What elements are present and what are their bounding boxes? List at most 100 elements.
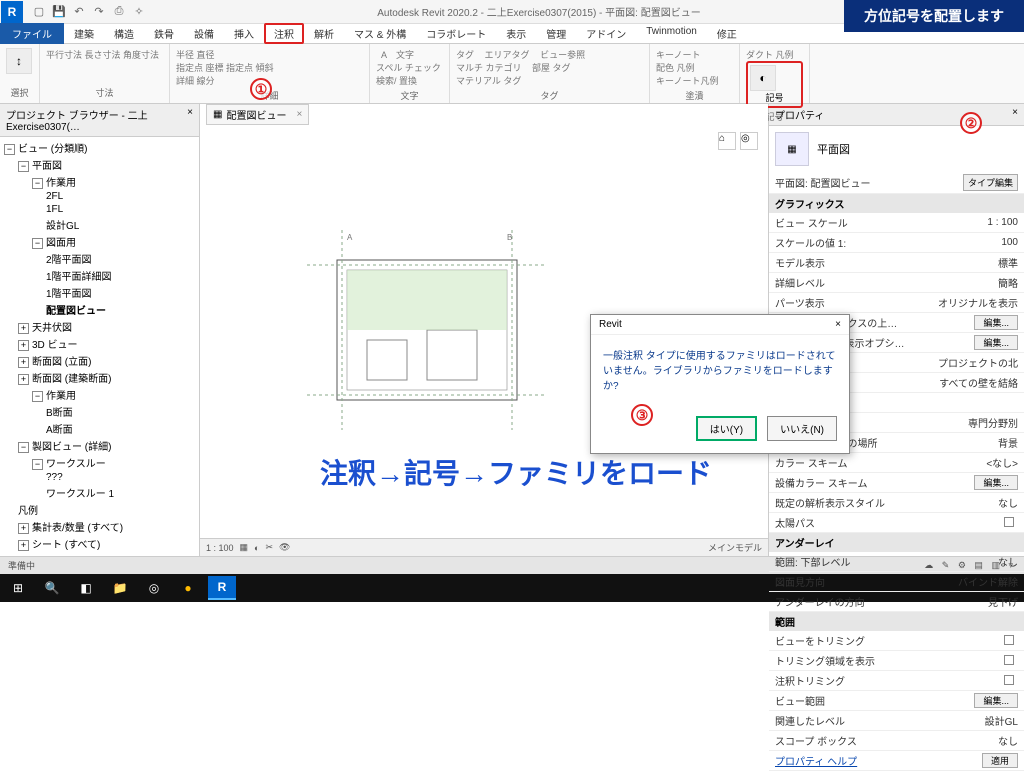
tree-item[interactable]: 1階平面図: [4, 284, 195, 301]
status-icon[interactable]: ▥: [991, 560, 1000, 570]
tag-buttons3[interactable]: マテリアル タグ: [456, 74, 643, 87]
prop-value[interactable]: 簡略: [998, 275, 1018, 290]
type-selector[interactable]: 平面図: 配置図ビュー: [775, 175, 871, 190]
modify-button[interactable]: ↕: [6, 48, 32, 74]
search-icon[interactable]: 🔍: [38, 576, 66, 600]
tree-root[interactable]: ビュー (分類順): [18, 144, 87, 155]
save-icon[interactable]: 💾: [52, 5, 66, 19]
prop-value[interactable]: 見下げ: [988, 594, 1018, 609]
tree-item[interactable]: −作業用: [4, 173, 195, 190]
tab-注釈[interactable]: 注釈: [264, 23, 304, 44]
prop-row[interactable]: カラー スキーム<なし>: [769, 453, 1024, 473]
undo-icon[interactable]: ↶: [72, 5, 86, 19]
home-icon[interactable]: ⌂: [718, 132, 736, 150]
prop-value[interactable]: 編集...: [974, 475, 1018, 490]
viewbar-icon[interactable]: ✂: [265, 542, 273, 553]
tree-item[interactable]: +断面図 (立面): [4, 352, 195, 369]
tree-item[interactable]: −ワークスルー: [4, 454, 195, 471]
tree-toggle[interactable]: −: [18, 161, 29, 172]
edit-button[interactable]: 編集...: [974, 693, 1018, 708]
detail-misc[interactable]: 詳細 線分: [176, 74, 215, 87]
task-view-icon[interactable]: ◧: [72, 576, 100, 600]
viewbar-icon[interactable]: 👁: [279, 542, 290, 553]
tab-管理[interactable]: 管理: [536, 23, 576, 44]
keynote-btn[interactable]: キーノート: [656, 48, 733, 61]
tree-item[interactable]: 2FL: [4, 190, 195, 203]
tree-toggle[interactable]: +: [18, 340, 29, 351]
prop-value[interactable]: すべての壁を結絡: [939, 375, 1018, 390]
viewbar-icon[interactable]: ◐: [254, 543, 259, 553]
tree-item[interactable]: ???: [4, 471, 195, 484]
tab-アドイン[interactable]: アドイン: [576, 23, 636, 44]
prop-value[interactable]: 専門分野別: [968, 415, 1018, 430]
tree-item[interactable]: 2階平面図: [4, 250, 195, 267]
view-tab-close[interactable]: ×: [296, 109, 302, 120]
tree-toggle[interactable]: +: [18, 523, 29, 534]
tree-item[interactable]: +3D ビュー: [4, 335, 195, 352]
props-close-icon[interactable]: ×: [1012, 107, 1018, 122]
detail-row0[interactable]: 半径 直径: [176, 48, 215, 61]
prop-row[interactable]: 設備カラー スキーム編集...: [769, 473, 1024, 493]
props-family[interactable]: 平面図: [817, 141, 850, 157]
tab-コラボレート[interactable]: コラボレート: [416, 23, 496, 44]
tree-item[interactable]: +天井伏図: [4, 318, 195, 335]
spell-btn[interactable]: スペル チェック: [376, 61, 441, 74]
prop-row[interactable]: 注釈トリミング: [769, 671, 1024, 691]
tree-item[interactable]: B断面: [4, 403, 195, 420]
prop-row[interactable]: 図面見方向バインド解除: [769, 572, 1024, 592]
prop-row[interactable]: モデル表示標準: [769, 253, 1024, 273]
edit-button[interactable]: 編集...: [974, 315, 1018, 330]
prop-row[interactable]: 太陽パス: [769, 513, 1024, 533]
checkbox[interactable]: [1004, 635, 1014, 645]
prop-row[interactable]: ビュー範囲編集...: [769, 691, 1024, 711]
prop-row[interactable]: スコープ ボックスなし: [769, 731, 1024, 751]
prop-value[interactable]: 1 : 100: [987, 217, 1018, 228]
tree-toggle[interactable]: −: [4, 144, 15, 155]
prop-value[interactable]: 標準: [998, 255, 1018, 270]
apply-button[interactable]: 適用: [982, 753, 1018, 768]
nav-wheel-icon[interactable]: ◎: [740, 132, 758, 150]
app-icon[interactable]: ●: [174, 576, 202, 600]
prop-value[interactable]: [1004, 675, 1018, 686]
prop-value[interactable]: なし: [998, 495, 1018, 510]
prop-row[interactable]: パーツ表示オリジナルを表示: [769, 293, 1024, 313]
prop-value[interactable]: 100: [1001, 237, 1018, 248]
tree-toggle[interactable]: −: [32, 178, 43, 189]
prop-row[interactable]: ビュー スケール1 : 100: [769, 213, 1024, 233]
keynote-legend-btn[interactable]: キーノート凡例: [656, 74, 733, 87]
tree-toggle[interactable]: −: [18, 442, 29, 453]
tree-item[interactable]: +ファミリ: [4, 552, 195, 556]
edit-button[interactable]: 編集...: [974, 335, 1018, 350]
dialog-close-icon[interactable]: ×: [835, 319, 841, 330]
prop-value[interactable]: 編集...: [974, 315, 1018, 330]
measure-icon[interactable]: ✧: [132, 5, 146, 19]
prop-value[interactable]: バインド解除: [958, 574, 1018, 589]
prop-row[interactable]: ビューをトリミング: [769, 631, 1024, 651]
prop-value[interactable]: プロジェクトの北: [938, 355, 1018, 370]
prop-value[interactable]: [1004, 517, 1018, 528]
text-btn[interactable]: 文字: [396, 48, 414, 61]
tree-item[interactable]: A断面: [4, 420, 195, 437]
prop-row[interactable]: 詳細レベル簡略: [769, 273, 1024, 293]
tree-toggle[interactable]: −: [32, 238, 43, 249]
tab-解析[interactable]: 解析: [304, 23, 344, 44]
props-help-link[interactable]: プロパティ ヘルプ: [775, 753, 857, 768]
prop-value[interactable]: [1004, 635, 1018, 646]
prop-row[interactable]: 既定の解析表示スタイルなし: [769, 493, 1024, 513]
checkbox[interactable]: [1004, 517, 1014, 527]
open-icon[interactable]: ▢: [32, 5, 46, 19]
tree-item[interactable]: 1FL: [4, 203, 195, 216]
tree-item[interactable]: +断面図 (建築断面): [4, 369, 195, 386]
tab-建築[interactable]: 建築: [64, 23, 104, 44]
tab-挿入[interactable]: 挿入: [224, 23, 264, 44]
type-edit-button[interactable]: タイプ編集: [963, 174, 1018, 191]
prop-value[interactable]: <なし>: [986, 455, 1018, 470]
tree-toggle[interactable]: +: [18, 323, 29, 334]
edit-button[interactable]: 編集...: [974, 475, 1018, 490]
file-tab[interactable]: ファイル: [0, 23, 64, 44]
tree-toggle[interactable]: +: [18, 357, 29, 368]
tree-toggle[interactable]: −: [32, 391, 43, 402]
dialog-no-button[interactable]: いいえ(N): [767, 416, 837, 441]
symbol-button[interactable]: ◐: [750, 65, 776, 91]
obs-icon[interactable]: ◎: [140, 576, 168, 600]
